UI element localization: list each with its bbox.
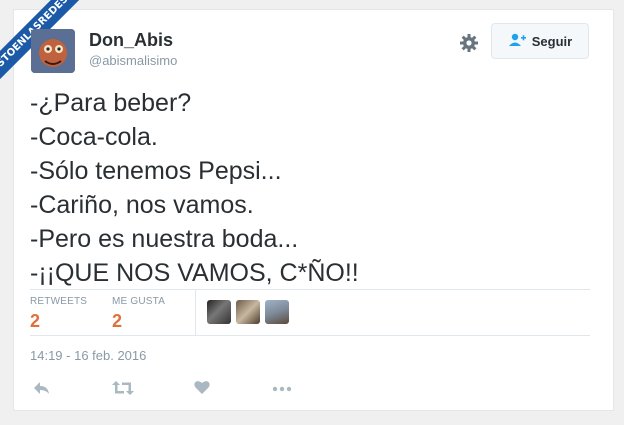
more-icon[interactable] bbox=[272, 380, 292, 398]
tweet-line: -¿Para beber? bbox=[30, 89, 192, 117]
follow-button[interactable]: Seguir bbox=[491, 23, 589, 59]
divider bbox=[30, 289, 590, 290]
gear-icon[interactable] bbox=[459, 33, 479, 53]
tweet-line: -Sólo tenemos Pepsi... bbox=[30, 157, 282, 185]
retweets-label[interactable]: RETWEETS bbox=[30, 296, 87, 307]
tweet-line: -Coca-cola. bbox=[30, 123, 158, 151]
liker-avatar[interactable] bbox=[207, 300, 231, 324]
liker-avatars bbox=[207, 300, 289, 324]
tweet-line: -¡¡QUE NOS VAMOS, C*ÑO!! bbox=[30, 259, 359, 287]
divider bbox=[195, 289, 196, 335]
liker-avatar[interactable] bbox=[265, 300, 289, 324]
add-user-icon bbox=[508, 33, 526, 50]
tweet-line: -Pero es nuestra boda... bbox=[30, 225, 299, 253]
likes-label[interactable]: ME GUSTA bbox=[112, 296, 165, 307]
divider bbox=[30, 335, 590, 336]
heart-icon[interactable] bbox=[194, 380, 210, 398]
retweets-count[interactable]: 2 bbox=[30, 311, 40, 332]
display-name[interactable]: Don_Abis bbox=[89, 30, 173, 51]
liker-avatar[interactable] bbox=[236, 300, 260, 324]
tweet-line: -Cariño, nos vamos. bbox=[30, 191, 254, 219]
reply-icon[interactable] bbox=[33, 380, 51, 398]
avatar[interactable] bbox=[31, 29, 75, 73]
tweet-text: -¿Para beber? -Coca-cola. -Sólo tenemos … bbox=[30, 86, 590, 290]
follow-label: Seguir bbox=[531, 33, 573, 49]
user-handle[interactable]: @abismalisimo bbox=[89, 53, 177, 68]
tweet-timestamp[interactable]: 14:19 - 16 feb. 2016 bbox=[30, 348, 146, 363]
retweet-icon[interactable] bbox=[112, 380, 134, 398]
likes-count[interactable]: 2 bbox=[112, 311, 122, 332]
